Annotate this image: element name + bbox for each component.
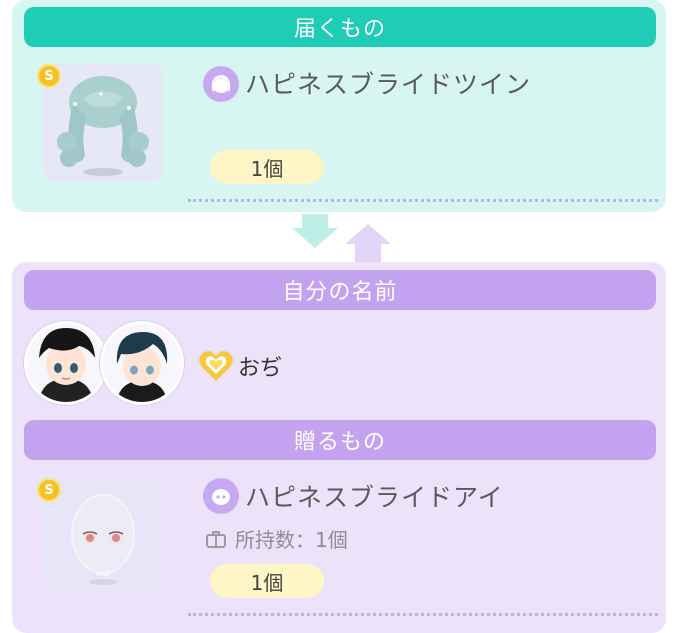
gift-quantity: 1個 <box>210 564 324 598</box>
heart-badge-icon <box>199 351 233 381</box>
avatar[interactable] <box>24 321 108 405</box>
divider <box>188 199 658 202</box>
eye-item-image <box>71 494 135 585</box>
face-icon <box>203 478 239 514</box>
gift-header: 贈るもの <box>24 420 656 460</box>
arrow-up-icon <box>345 224 391 262</box>
owned-count: 所持数：1個 <box>205 524 348 553</box>
sender-header: 自分の名前 <box>24 270 656 310</box>
receive-quantity: 1個 <box>210 150 324 184</box>
divider <box>188 613 658 616</box>
coin-icon: S <box>37 478 61 502</box>
coin-icon: S <box>37 64 61 88</box>
gift-item-name: ハピネスブライドアイ <box>245 483 504 512</box>
hair-item-image <box>57 76 149 176</box>
gift-item-thumbnail[interactable] <box>43 478 163 596</box>
sender-name: おぢ <box>238 356 283 381</box>
receive-item-name: ハピネスブライドツイン <box>245 70 532 99</box>
receive-header: 届くもの <box>24 7 656 47</box>
hair-icon <box>203 66 239 102</box>
bag-icon <box>206 530 226 548</box>
arrow-down-icon <box>292 214 338 248</box>
owned-text: 所持数：1個 <box>235 528 348 552</box>
avatar[interactable] <box>100 321 184 405</box>
receive-item-thumbnail[interactable] <box>43 64 163 182</box>
